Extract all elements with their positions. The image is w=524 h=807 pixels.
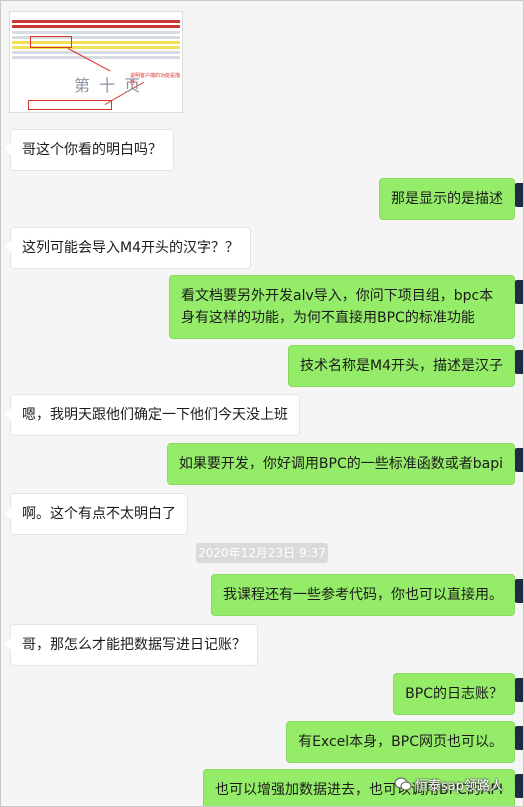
message-sent[interactable]: BPC的日志账？ xyxy=(393,673,520,715)
thumb-row xyxy=(12,31,180,34)
message-received[interactable]: 哥这个你看的明白吗？ xyxy=(5,129,174,171)
message-sent[interactable]: 看文档要另外开发alv导入，你问下项目组，bpc本身有这样的功能，为何不直接用B… xyxy=(169,275,520,339)
message-sent[interactable]: 我课程还有一些参考代码，你也可以直接用。 xyxy=(211,574,520,616)
self-avatar[interactable] xyxy=(515,579,523,603)
screenshot-thumbnail[interactable]: 第 十 页 说明客户端的功能是描述 xyxy=(9,11,183,113)
message-received[interactable]: 哥，那怎么才能把数据写进日记账？ xyxy=(5,624,258,666)
thumb-note: 说明客户端的功能是描述 xyxy=(130,73,181,86)
message-received[interactable]: 嗯，我明天跟他们确定一下他们今天没上班 xyxy=(5,394,300,436)
thumb-header-row xyxy=(12,25,180,28)
wechat-icon xyxy=(394,777,412,791)
message-received[interactable]: 啊。这个有点不太明白了 xyxy=(5,493,188,535)
chat-window: 第 十 页 说明客户端的功能是描述 哥这个你看的明白吗？ 那是显示的是描述 这列… xyxy=(0,0,524,807)
watermark-text: 恒泰sap领路人 xyxy=(415,779,503,794)
self-avatar[interactable] xyxy=(515,726,523,750)
self-avatar[interactable] xyxy=(515,678,523,702)
message-sent[interactable]: 技术名称是M4开头，描述是汉子 xyxy=(288,345,520,387)
thumb-highlight-box xyxy=(28,100,112,110)
message-sent[interactable]: 如果要开发，你好调用BPC的一些标准函数或者bapi xyxy=(166,443,521,485)
self-avatar[interactable] xyxy=(515,183,523,207)
thumb-row xyxy=(12,56,180,59)
message-sent[interactable]: 那是显示的是描述 xyxy=(379,178,520,220)
self-avatar[interactable] xyxy=(515,350,523,374)
thumb-row xyxy=(12,51,180,54)
message-received[interactable]: 这列可能会导入M4开头的汉字？？ xyxy=(5,227,251,269)
chat-timestamp: 2020年12月23日 9:37 xyxy=(196,543,328,563)
thumb-header-row xyxy=(12,20,180,23)
message-sent[interactable]: 有Excel本身，BPC网页也可以。 xyxy=(286,721,520,763)
self-avatar[interactable] xyxy=(515,280,523,304)
thumb-highlight-box xyxy=(30,36,72,48)
self-avatar[interactable] xyxy=(515,774,523,798)
self-avatar[interactable] xyxy=(515,448,523,472)
